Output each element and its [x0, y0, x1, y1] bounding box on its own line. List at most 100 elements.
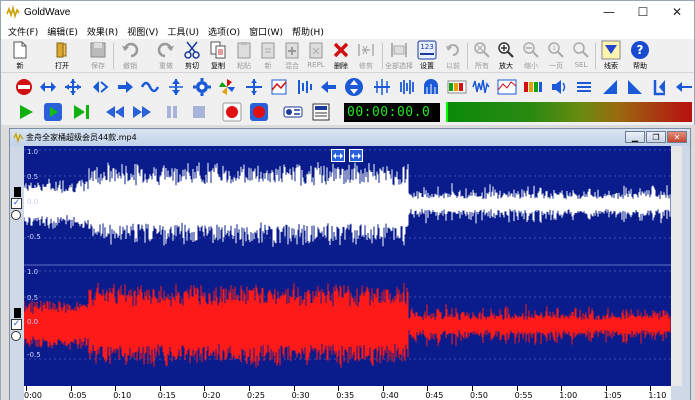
replace-button[interactable]: REPL — [303, 40, 329, 72]
device-button[interactable] — [311, 102, 331, 122]
fade-in-ramp-button[interactable] — [625, 77, 645, 97]
filter-button[interactable] — [141, 77, 161, 97]
play-to-end-button[interactable] — [71, 102, 91, 122]
save-button[interactable]: 保存 — [85, 40, 111, 72]
minimize-button[interactable]: — — [592, 1, 626, 23]
select-all-button[interactable]: 全部选择 — [385, 40, 413, 72]
help-button[interactable]: ? 帮助 — [627, 40, 653, 72]
right-channel-radio[interactable] — [11, 331, 21, 341]
control-properties-button[interactable] — [283, 102, 303, 122]
open-button[interactable]: 打开 — [49, 40, 75, 72]
vertical-scrollbar[interactable] — [671, 146, 682, 386]
play-selection-button[interactable] — [43, 102, 63, 122]
arrows-lr-icon — [40, 82, 56, 92]
mechanize-button[interactable] — [192, 77, 212, 97]
y-axis-label: 0.5 — [27, 173, 39, 181]
left-channel-checkbox[interactable]: ✓ — [11, 198, 22, 209]
y-axis-label: -0.5 — [27, 233, 41, 241]
zoom-selection-button[interactable]: SEL — [568, 40, 594, 72]
child-close-button[interactable]: ✕ — [667, 131, 687, 143]
time-label: 0:15 — [157, 391, 176, 400]
record-selection-icon — [250, 103, 268, 121]
waveform-display[interactable]: 1.0 0.5 0.0 -0.5 1.0 0.5 0.0 -0.5 — [24, 146, 671, 386]
left-channel-waveform — [24, 162, 671, 247]
set-marker-button[interactable]: 123 设置 — [414, 40, 440, 72]
zoom-out-icon — [523, 42, 539, 58]
zoom-out-button[interactable]: 缩小 — [518, 40, 544, 72]
pause-button[interactable] — [162, 102, 182, 122]
offset-button[interactable] — [217, 77, 237, 97]
view-all-button[interactable]: 所有 — [469, 40, 495, 72]
fast-forward-button[interactable] — [132, 102, 152, 122]
sound-window-title-bar[interactable]: 金舟全家桶超级会员44款.mp4 ▁ ❐ ✕ — [10, 129, 690, 146]
child-restore-button[interactable]: ❐ — [646, 131, 666, 143]
zoom-in-button[interactable]: 放大 — [493, 40, 519, 72]
reverb-button[interactable] — [295, 77, 315, 97]
play-button[interactable] — [16, 102, 36, 122]
stop-effect-button[interactable] — [14, 77, 34, 97]
menu-effect[interactable]: 效果(R) — [87, 25, 118, 38]
fade-out-button[interactable] — [600, 77, 620, 97]
play-icon — [20, 105, 33, 119]
dynamics-button[interactable] — [63, 77, 83, 97]
pan-button[interactable] — [244, 77, 264, 97]
arrow-lr-button[interactable] — [674, 77, 694, 97]
waveform-canvas[interactable] — [24, 146, 671, 386]
left-channel-radio[interactable] — [11, 210, 21, 220]
delete-button[interactable]: 删除 — [328, 40, 354, 72]
menu-window[interactable]: 窗口(W) — [249, 25, 283, 38]
right-channel-checkbox[interactable]: ✓ — [11, 319, 22, 330]
time-warp-button[interactable] — [397, 77, 417, 97]
silence-button[interactable] — [344, 77, 364, 97]
maximize-button[interactable]: ☐ — [626, 1, 660, 23]
menu-tools[interactable]: 工具(U) — [167, 25, 199, 38]
end-marker-handle[interactable] — [349, 149, 363, 162]
zoom-in-icon — [498, 42, 514, 58]
record-selection-button[interactable] — [249, 102, 269, 122]
close-button[interactable]: ✕ — [660, 1, 694, 23]
stop-button[interactable] — [189, 102, 209, 122]
record-button[interactable] — [222, 102, 242, 122]
menu-help[interactable]: 帮助(H) — [292, 25, 324, 38]
time-label: 0:45 — [425, 391, 444, 400]
reverse-button[interactable] — [319, 77, 339, 97]
invert-button[interactable] — [166, 77, 186, 97]
stop-icon — [193, 106, 205, 118]
zoom-page-button[interactable]: 1 一页 — [543, 40, 569, 72]
speaker-button[interactable] — [549, 77, 569, 97]
fade-in-icon — [628, 80, 642, 94]
bracket-button[interactable] — [650, 77, 670, 97]
cue-button[interactable]: 线索 — [598, 40, 624, 72]
spectrum-button[interactable] — [523, 77, 543, 97]
trim-button[interactable]: 修剪 — [353, 40, 379, 72]
paste-button[interactable]: 粘贴 — [231, 40, 257, 72]
mix-button[interactable]: 混合 — [279, 40, 305, 72]
spatial-icon — [374, 79, 390, 95]
fade-in-button[interactable] — [447, 77, 467, 97]
paste-new-button[interactable]: 新 — [255, 40, 281, 72]
start-marker-handle[interactable] — [331, 149, 345, 162]
menu-edit[interactable]: 编辑(E) — [47, 25, 78, 38]
child-minimize-button[interactable]: ▁ — [625, 131, 645, 143]
undo-button[interactable]: 撤销 — [117, 40, 143, 72]
menu-file[interactable]: 文件(F) — [8, 25, 38, 38]
redo-button[interactable]: 重做 — [153, 40, 179, 72]
previous-button[interactable]: 以前 — [440, 40, 466, 72]
graph-button[interactable] — [497, 77, 517, 97]
copy-button[interactable]: 复制 — [205, 40, 231, 72]
cut-button[interactable]: 剪切 — [179, 40, 205, 72]
spatial-button[interactable] — [372, 77, 392, 97]
equalizer-button[interactable] — [115, 77, 135, 97]
volume-button[interactable] — [421, 77, 441, 97]
rewind-button[interactable] — [105, 102, 125, 122]
mono-button[interactable] — [574, 77, 594, 97]
noise-button[interactable] — [471, 77, 491, 97]
pitch-button[interactable] — [269, 77, 289, 97]
start-marker-icon — [333, 152, 343, 159]
doppler-button[interactable] — [38, 77, 58, 97]
select-all-icon — [391, 43, 407, 57]
menu-options[interactable]: 选项(O) — [208, 25, 240, 38]
menu-view[interactable]: 视图(V) — [127, 25, 158, 38]
new-button[interactable]: 新 — [7, 40, 33, 72]
echo-button[interactable] — [90, 77, 110, 97]
